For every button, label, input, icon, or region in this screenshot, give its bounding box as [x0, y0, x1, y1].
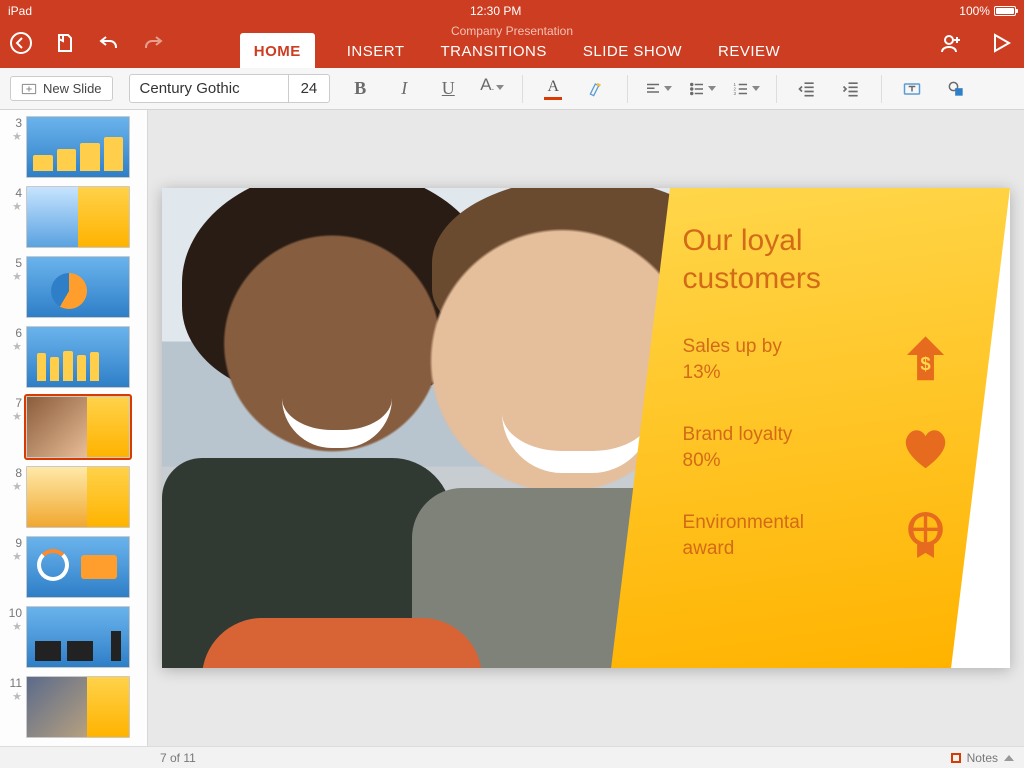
font-name-select[interactable]: Century Gothic	[130, 75, 289, 102]
animation-star-icon: ★	[12, 342, 22, 353]
tab-review[interactable]: REVIEW	[714, 33, 784, 68]
file-actions-button[interactable]	[52, 30, 78, 56]
thumb-11[interactable]: 11★	[4, 676, 139, 738]
ios-status-bar: iPad 12:30 PM 100%	[0, 0, 1024, 22]
animation-star-icon: ★	[12, 482, 22, 493]
play-slideshow-button[interactable]	[988, 30, 1014, 56]
slide-thumbnail-panel[interactable]: 3★ 4★ 5★ 6★ 7★ 8★ 9★ 10★	[0, 110, 148, 746]
increase-indent-button[interactable]	[837, 75, 865, 103]
font-size-select[interactable]: 24	[289, 75, 330, 102]
italic-button[interactable]: I	[390, 75, 418, 103]
thumb-10[interactable]: 10★	[4, 606, 139, 668]
tab-home[interactable]: HOME	[240, 33, 315, 68]
new-slide-label: New Slide	[43, 81, 102, 96]
animation-star-icon: ★	[12, 132, 22, 143]
slide-counter: 7 of 11	[160, 751, 196, 765]
workspace: 3★ 4★ 5★ 6★ 7★ 8★ 9★ 10★	[0, 110, 1024, 746]
chevron-up-icon	[1004, 755, 1014, 761]
align-button[interactable]	[644, 75, 672, 103]
separator	[881, 75, 882, 103]
decrease-indent-button[interactable]	[793, 75, 821, 103]
stat-award[interactable]: Environmental award	[683, 509, 953, 563]
thumb-8[interactable]: 8★	[4, 466, 139, 528]
animation-star-icon: ★	[12, 272, 22, 283]
stat-sales[interactable]: Sales up by 13% $	[683, 333, 953, 387]
notes-toggle[interactable]: Notes	[951, 751, 1014, 765]
bold-button[interactable]: B	[346, 75, 374, 103]
tab-insert[interactable]: INSERT	[343, 33, 409, 68]
status-footer: 7 of 11 Notes	[0, 746, 1024, 768]
font-format-button[interactable]: A.	[478, 75, 506, 103]
battery-percent: 100%	[959, 4, 990, 18]
svg-text:$: $	[920, 353, 931, 374]
animation-star-icon: ★	[12, 692, 22, 703]
undo-button[interactable]	[96, 30, 122, 56]
svg-text:3: 3	[734, 91, 737, 96]
separator	[522, 75, 523, 103]
underline-button[interactable]: U	[434, 75, 462, 103]
battery-icon	[994, 6, 1016, 16]
thumb-5[interactable]: 5★	[4, 256, 139, 318]
ribbon-tabs: HOME INSERT TRANSITIONS SLIDE SHOW REVIE…	[240, 33, 784, 68]
font-color-button[interactable]: A	[539, 75, 567, 103]
bullets-button[interactable]	[688, 75, 716, 103]
share-button[interactable]	[938, 30, 964, 56]
animation-star-icon: ★	[12, 622, 22, 633]
redo-button[interactable]	[140, 30, 166, 56]
thumb-4[interactable]: 4★	[4, 186, 139, 248]
separator	[776, 75, 777, 103]
clock: 12:30 PM	[470, 4, 521, 18]
highlight-button[interactable]	[583, 75, 611, 103]
new-slide-button[interactable]: New Slide	[10, 76, 113, 101]
textbox-button[interactable]	[898, 75, 926, 103]
notes-icon	[951, 753, 961, 763]
back-button[interactable]	[8, 30, 34, 56]
separator	[627, 75, 628, 103]
numbering-button[interactable]: 123	[732, 75, 760, 103]
slide-canvas-area[interactable]: Our loyal customers Sales up by 13% $ Br…	[148, 110, 1024, 746]
animation-star-icon: ★	[12, 412, 22, 423]
animation-star-icon: ★	[12, 552, 22, 563]
slide-info-panel: Our loyal customers Sales up by 13% $ Br…	[611, 188, 1010, 668]
heart-icon	[899, 421, 953, 475]
stat-loyalty[interactable]: Brand loyalty 80%	[683, 421, 953, 475]
title-bar: Company Presentation HOME INSERT TRANSIT…	[0, 22, 1024, 68]
thumb-6[interactable]: 6★	[4, 326, 139, 388]
thumb-9[interactable]: 9★	[4, 536, 139, 598]
letter-a-glyph: A	[480, 75, 491, 95]
ribbon-home: New Slide Century Gothic 24 B I U A. A 1…	[0, 68, 1024, 110]
tab-transitions[interactable]: TRANSITIONS	[437, 33, 551, 68]
thumb-3[interactable]: 3★	[4, 116, 139, 178]
device-label: iPad	[8, 4, 32, 18]
slide-title[interactable]: Our loyal customers	[683, 222, 953, 297]
tab-slideshow[interactable]: SLIDE SHOW	[579, 33, 686, 68]
animation-star-icon: ★	[12, 202, 22, 213]
globe-award-icon	[899, 509, 953, 563]
current-slide[interactable]: Our loyal customers Sales up by 13% $ Br…	[162, 188, 1010, 668]
shapes-button[interactable]	[942, 75, 970, 103]
thumb-7[interactable]: 7★	[4, 396, 139, 458]
arrow-dollar-icon: $	[899, 333, 953, 387]
